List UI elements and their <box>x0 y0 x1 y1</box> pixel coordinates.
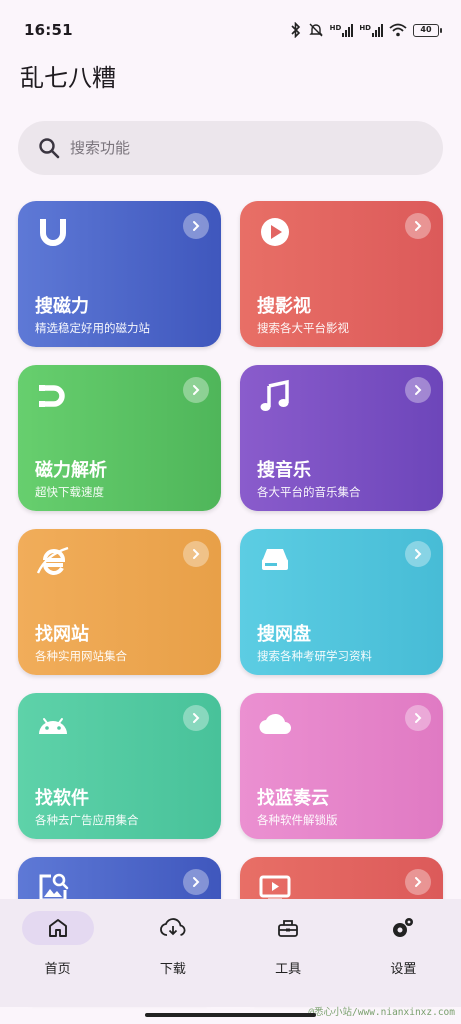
chevron-right-icon[interactable] <box>183 377 209 403</box>
card-subtitle: 各种软件解锁版 <box>257 813 338 827</box>
card-video-search[interactable]: 搜影视 搜索各大平台影视 <box>240 201 443 347</box>
feature-grid: 搜磁力 精选稳定好用的磁力站 搜影视 搜索各大平台影视 磁力解析 超快下载速度 … <box>18 201 443 1003</box>
card-lanzou-find[interactable]: 找蓝奏云 各种软件解锁版 <box>240 693 443 839</box>
card-title: 搜磁力 <box>35 296 89 317</box>
watermark: @悉心小站/www.nianxinxz.com <box>308 1007 455 1018</box>
android-icon <box>39 718 67 734</box>
card-music-search[interactable]: 搜音乐 各大平台的音乐集合 <box>240 365 443 511</box>
card-subtitle: 各种去广告应用集合 <box>35 813 139 827</box>
search-icon <box>39 138 60 159</box>
magnet-u-icon <box>40 219 66 246</box>
nav-label: 下载 <box>159 962 186 977</box>
network-type-1: HD <box>329 23 342 32</box>
card-title: 搜音乐 <box>257 460 311 481</box>
battery-icon: 40 <box>413 23 442 37</box>
nav-label: 设置 <box>390 962 417 977</box>
nav-pill[interactable] <box>252 911 324 945</box>
play-circle-icon <box>261 218 289 246</box>
chevron-right-icon[interactable] <box>183 213 209 239</box>
home-icon <box>48 919 67 937</box>
card-title: 找软件 <box>35 788 89 809</box>
card-subtitle: 超快下载速度 <box>35 485 104 499</box>
nav-pill[interactable] <box>367 911 439 945</box>
gears-icon <box>393 918 414 937</box>
cloud-download-icon <box>159 918 186 936</box>
card-subtitle: 精选稳定好用的磁力站 <box>35 321 150 335</box>
wifi-icon <box>389 23 407 37</box>
bluetooth-icon <box>291 22 300 38</box>
card-website-find[interactable]: 找网站 各种实用网站集合 <box>18 529 221 675</box>
card-magnet-parse[interactable]: 磁力解析 超快下载速度 <box>18 365 221 511</box>
browser-e-icon <box>36 546 69 575</box>
chevron-right-icon[interactable] <box>405 869 431 895</box>
mute-bell-icon <box>308 23 323 37</box>
nav-tools[interactable]: 工具 <box>242 911 334 1007</box>
nav-pill[interactable] <box>21 911 94 945</box>
magnet-icon <box>39 385 65 407</box>
chevron-right-icon[interactable] <box>183 541 209 567</box>
chevron-right-icon[interactable] <box>405 213 431 239</box>
card-software-find[interactable]: 找软件 各种去广告应用集合 <box>18 693 221 839</box>
nav-settings[interactable]: 设置 <box>357 911 449 1007</box>
home-indicator[interactable] <box>145 1013 316 1017</box>
card-magnet-search[interactable]: 搜磁力 精选稳定好用的磁力站 <box>18 201 221 347</box>
nav-pill[interactable] <box>137 911 209 945</box>
search-bar[interactable] <box>18 121 443 175</box>
card-title: 搜网盘 <box>257 624 311 645</box>
card-title: 磁力解析 <box>35 460 107 481</box>
music-note-icon <box>260 379 289 411</box>
nav-home[interactable]: 首页 <box>12 911 104 1007</box>
status-time: 16:51 <box>24 21 73 39</box>
nav-download[interactable]: 下载 <box>127 911 219 1007</box>
chevron-right-icon[interactable] <box>405 377 431 403</box>
toolbox-icon <box>278 920 299 937</box>
card-title: 搜影视 <box>257 296 311 317</box>
page-title: 乱七八糟 <box>20 64 116 92</box>
nav-label: 首页 <box>44 962 71 977</box>
search-input[interactable] <box>70 139 390 157</box>
card-subtitle: 搜索各种考研学习资料 <box>257 649 372 663</box>
chevron-right-icon[interactable] <box>183 705 209 731</box>
status-bar: 16:51 HD HD 40 <box>0 0 461 60</box>
card-netdisk-search[interactable]: 搜网盘 搜索各种考研学习资料 <box>240 529 443 675</box>
bottom-navigation: 首页 下载 工具 设置 <box>0 899 461 1007</box>
card-subtitle: 各大平台的音乐集合 <box>257 485 361 499</box>
network-type-2: HD <box>359 23 371 32</box>
cloud-icon <box>259 713 291 735</box>
status-icons: HD HD 40 <box>290 22 442 38</box>
chevron-right-icon[interactable] <box>405 705 431 731</box>
card-subtitle: 各种实用网站集合 <box>35 649 127 663</box>
nav-label: 工具 <box>275 962 302 977</box>
signal-1-icon: HD <box>329 23 354 37</box>
card-subtitle: 搜索各大平台影视 <box>257 321 349 335</box>
signal-2-icon: HD <box>359 23 383 37</box>
chevron-right-icon[interactable] <box>405 541 431 567</box>
card-title: 找蓝奏云 <box>257 788 329 809</box>
drive-icon <box>262 549 288 570</box>
chevron-right-icon[interactable] <box>183 869 209 895</box>
card-title: 找网站 <box>35 624 89 645</box>
